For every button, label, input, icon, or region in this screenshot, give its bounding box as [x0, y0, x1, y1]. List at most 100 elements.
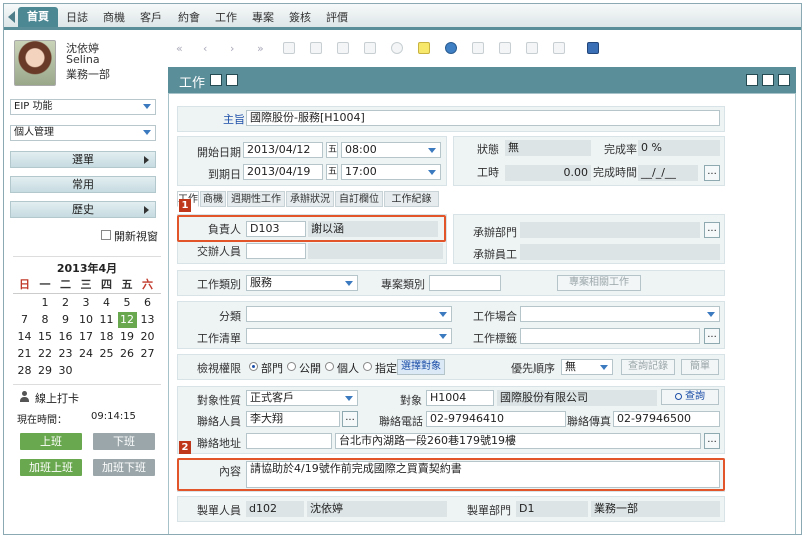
attach-icon[interactable] — [499, 42, 511, 54]
calendar-day[interactable]: 7 — [15, 312, 34, 328]
clock-in-button[interactable]: 上班 — [20, 433, 82, 450]
start-date-input[interactable]: 2013/04/12 — [243, 142, 323, 158]
calendar-day[interactable]: 13 — [138, 312, 157, 328]
calendar-day[interactable]: 16 — [56, 329, 75, 345]
address-input[interactable]: 台北市內湖路一段260巷179號19樓 — [335, 433, 701, 449]
permission-radio-dept[interactable] — [249, 362, 258, 371]
permission-radio-specified[interactable] — [363, 362, 372, 371]
list-select[interactable] — [246, 328, 452, 344]
subtab-opportunity[interactable]: 商機 — [200, 191, 226, 207]
next-record-icon[interactable]: › — [230, 42, 242, 55]
finish-time-picker-button[interactable]: ... — [704, 165, 720, 181]
subtab-recurring[interactable]: 週期性工作 — [227, 191, 285, 207]
help-icon[interactable] — [746, 74, 758, 86]
class-select[interactable] — [246, 306, 452, 322]
end-date-input[interactable]: 2013/04/19 — [243, 164, 323, 180]
dept-picker-button[interactable]: ... — [704, 222, 720, 238]
project-category-input[interactable] — [429, 275, 501, 291]
target-type-select[interactable]: 正式客戶 — [246, 390, 358, 406]
calendar-day-today[interactable]: 12 — [117, 312, 137, 328]
history-button[interactable]: 歷史 — [10, 201, 156, 218]
end-time-select[interactable]: 17:00 — [341, 164, 441, 180]
calendar-day[interactable]: 20 — [138, 329, 157, 345]
calendar-day[interactable]: 1 — [36, 295, 55, 311]
calendar-day[interactable]: 23 — [56, 346, 75, 362]
overtime-out-button[interactable]: 加班下班 — [93, 459, 155, 476]
export-icon[interactable] — [472, 42, 484, 54]
edit-icon[interactable] — [210, 74, 222, 86]
subtab-task-log[interactable]: 工作紀錄 — [384, 191, 439, 207]
tab-task[interactable]: 工作 — [213, 9, 239, 27]
delete-doc-icon[interactable] — [364, 42, 376, 54]
subtab-custom-fields[interactable]: 自訂欄位 — [335, 191, 383, 207]
venue-select[interactable] — [520, 306, 720, 322]
close-icon[interactable] — [778, 74, 790, 86]
query-record-button[interactable]: 查詢記錄 — [621, 359, 675, 375]
personal-manage-select[interactable]: 個人管理 — [10, 125, 156, 141]
calendar-day[interactable]: 29 — [36, 363, 55, 379]
calendar-day[interactable]: 17 — [77, 329, 96, 345]
prev-record-icon[interactable]: ‹ — [203, 42, 215, 55]
cancel-icon[interactable] — [391, 42, 403, 54]
tab-appointment[interactable]: 約會 — [176, 9, 202, 27]
calendar-day[interactable]: 27 — [138, 346, 157, 362]
copy-icon[interactable] — [337, 42, 349, 54]
monitor-icon[interactable] — [587, 42, 599, 54]
phone-input[interactable]: 02-97946410 — [426, 411, 566, 427]
subject-input[interactable]: 國際股份-服務[H1004] — [246, 110, 720, 126]
calendar-day[interactable]: 14 — [15, 329, 34, 345]
calendar-day[interactable]: 22 — [36, 346, 55, 362]
target-code-input[interactable]: H1004 — [426, 390, 494, 406]
tag-picker-button[interactable]: ... — [704, 328, 720, 344]
calendar-day[interactable]: 5 — [118, 295, 137, 311]
project-related-button[interactable]: 專案相關工作 — [557, 275, 641, 291]
subtab-handling[interactable]: 承辦狀況 — [286, 191, 334, 207]
tab-home[interactable]: 首頁 — [18, 7, 58, 27]
query-button[interactable]: 查詢 — [661, 389, 719, 405]
category-select[interactable]: 服務 — [246, 275, 358, 291]
calendar-day[interactable]: 8 — [36, 312, 55, 328]
refresh-icon[interactable] — [445, 42, 457, 54]
favorites-button[interactable]: 常用 — [10, 176, 156, 193]
print-icon[interactable] — [526, 42, 538, 54]
calendar-day[interactable]: 28 — [15, 363, 34, 379]
new-window-checkbox[interactable] — [101, 230, 111, 240]
calendar-day[interactable]: 24 — [77, 346, 96, 362]
calendar-day[interactable]: 19 — [118, 329, 137, 345]
new-doc-icon[interactable] — [283, 42, 295, 54]
calendar-day[interactable]: 11 — [97, 312, 116, 328]
calendar-day[interactable]: 10 — [77, 312, 96, 328]
overtime-in-button[interactable]: 加班上班 — [20, 459, 82, 476]
calendar-day[interactable]: 15 — [36, 329, 55, 345]
tab-opportunity[interactable]: 商機 — [101, 9, 127, 27]
choose-target-button[interactable]: 選擇對象 — [397, 359, 445, 375]
tab-journal[interactable]: 日誌 — [64, 9, 90, 27]
tab-project[interactable]: 專案 — [250, 9, 276, 27]
tag-input[interactable] — [520, 328, 700, 344]
tab-approval[interactable]: 簽核 — [287, 9, 313, 27]
clipboard-icon[interactable] — [553, 42, 565, 54]
nav-back-arrow-icon[interactable] — [8, 11, 15, 23]
address-picker-button[interactable]: ... — [704, 433, 720, 449]
permission-radio-public[interactable] — [287, 362, 296, 371]
priority-select[interactable]: 無 — [561, 359, 613, 375]
calendar-day[interactable]: 6 — [138, 295, 157, 311]
handler-code-input[interactable] — [246, 243, 306, 259]
menu-button[interactable]: 選單 — [10, 151, 156, 168]
fax-input[interactable]: 02-97946500 — [613, 411, 720, 427]
permission-radio-personal[interactable] — [325, 362, 334, 371]
layout-icon[interactable] — [762, 74, 774, 86]
start-time-select[interactable]: 08:00 — [341, 142, 441, 158]
calendar-day[interactable]: 21 — [15, 346, 34, 362]
calendar-day[interactable]: 4 — [97, 295, 116, 311]
check-icon[interactable] — [226, 74, 238, 86]
eip-function-select[interactable]: EIP 功能 — [10, 99, 156, 115]
calendar-day[interactable]: 9 — [56, 312, 75, 328]
simple-button[interactable]: 簡單 — [681, 359, 719, 375]
save-icon[interactable] — [418, 42, 430, 54]
first-record-icon[interactable]: « — [176, 42, 188, 55]
edit-doc-icon[interactable] — [310, 42, 322, 54]
calendar-day[interactable]: 3 — [77, 295, 96, 311]
address-zip-input[interactable] — [246, 433, 332, 449]
tab-customer[interactable]: 客戶 — [138, 9, 164, 27]
